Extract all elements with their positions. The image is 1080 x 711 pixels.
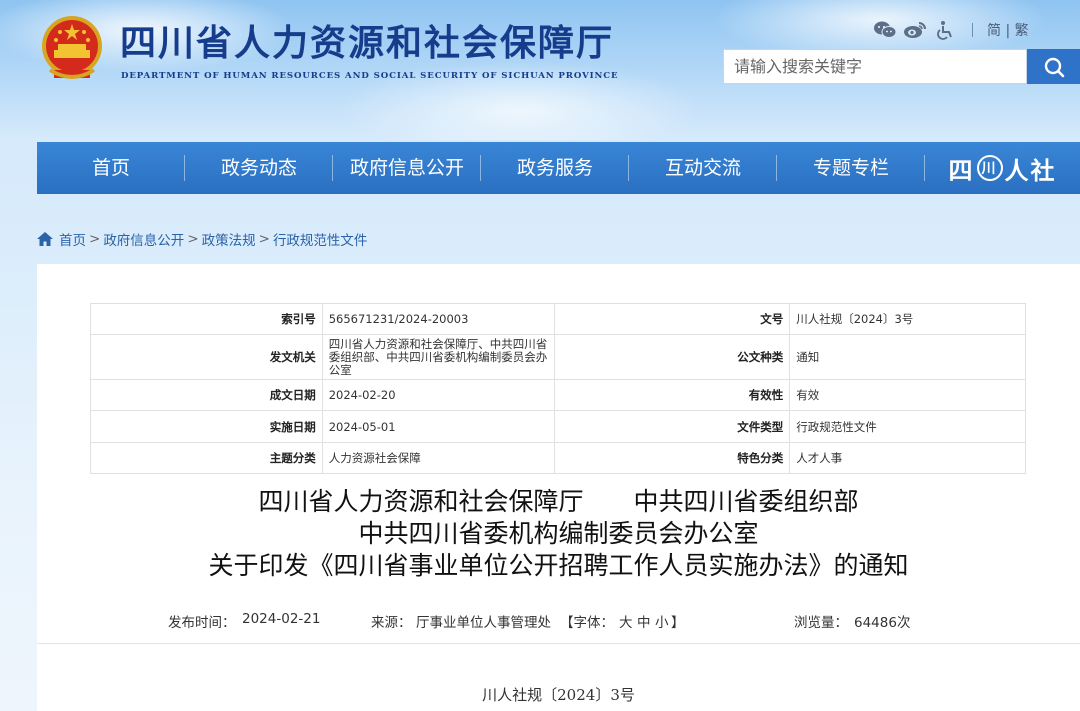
font-size-close: 】	[671, 615, 685, 631]
meta-value: 2024-05-01	[321, 410, 555, 443]
meta-value: 565671231/2024-20003	[321, 303, 555, 335]
nav-item-services[interactable]: 政务服务	[481, 142, 629, 194]
meta-label: 文件类型	[553, 410, 791, 443]
views-label: 浏览量：	[794, 615, 848, 631]
table-row: 实施日期 2024-05-01 文件类型 行政规范性文件	[90, 410, 1026, 443]
font-size-large[interactable]: 大	[619, 611, 633, 631]
meta-value: 川人社规〔2024〕3号	[789, 303, 1026, 335]
brand-left: 四	[948, 155, 975, 185]
nav-item-home[interactable]: 首页	[37, 142, 185, 194]
language-switch[interactable]: 简 | 繁	[987, 20, 1029, 40]
brand-right: 人社	[1004, 155, 1057, 185]
nav-item-info-disclosure[interactable]: 政府信息公开	[333, 142, 481, 194]
divider	[37, 643, 1080, 644]
meta-value: 2024-02-20	[321, 379, 555, 411]
document-title: 四川省人力资源和社会保障厅 中共四川省委组织部 中共四川省委机构编制委员会办公室…	[37, 486, 1080, 582]
meta-label: 文号	[553, 303, 791, 335]
national-emblem-icon	[40, 14, 104, 84]
meta-value: 人力资源社会保障	[321, 442, 555, 474]
breadcrumb-separator: >	[187, 231, 199, 247]
nav-item-topics[interactable]: 专题专栏	[777, 142, 925, 194]
meta-value: 四川省人力资源和社会保障厅、中共四川省委组织部、中共四川省委机构编制委员会办公室	[321, 334, 555, 380]
meta-label: 成文日期	[90, 379, 323, 411]
meta-label: 特色分类	[553, 442, 791, 474]
breadcrumb-info-disclosure[interactable]: 政府信息公开	[103, 229, 184, 249]
breadcrumb-policy[interactable]: 政策法规	[202, 229, 256, 249]
document-title-line: 四川省人力资源和社会保障厅 中共四川省委组织部	[258, 487, 859, 516]
document-number: 川人社规〔2024〕3号	[482, 686, 635, 704]
nav-item-news[interactable]: 政务动态	[185, 142, 333, 194]
accessibility-icon[interactable]	[932, 19, 958, 41]
home-icon	[37, 232, 53, 246]
font-size-medium[interactable]: 中	[637, 611, 651, 631]
search-icon	[1044, 57, 1064, 77]
table-row: 索引号 565671231/2024-20003 文号 川人社规〔2024〕3号	[90, 303, 1026, 335]
meta-value: 行政规范性文件	[789, 410, 1026, 443]
breadcrumb: 首页 > 政府信息公开 > 政策法规 > 行政规范性文件	[37, 229, 367, 249]
site-title: 四川省人力资源和社会保障厅	[120, 22, 615, 64]
sichuan-hr-brand-logo[interactable]: 四 川 人社	[925, 142, 1080, 194]
site-subtitle: DEPARTMENT OF HUMAN RESOURCES AND SOCIAL…	[121, 71, 619, 81]
meta-label: 主题分类	[90, 442, 323, 474]
font-size-small[interactable]: 小	[655, 611, 669, 631]
breadcrumb-separator: >	[89, 231, 101, 247]
table-row: 成文日期 2024-02-20 有效性 有效	[90, 379, 1026, 411]
meta-label: 公文种类	[553, 334, 791, 380]
document-meta-table: 索引号 565671231/2024-20003 文号 川人社规〔2024〕3号…	[90, 303, 1026, 474]
wechat-icon[interactable]	[872, 19, 898, 41]
views-count: 64486次	[854, 615, 911, 631]
top-tools: 简 | 繁	[872, 18, 1029, 42]
brand-circle: 川	[976, 155, 1003, 181]
tools-divider	[972, 23, 973, 37]
source: 厅事业单位人事管理处	[416, 615, 551, 631]
source-label: 来源：	[371, 615, 412, 631]
meta-value: 有效	[789, 379, 1026, 411]
meta-label: 实施日期	[90, 410, 323, 443]
meta-label: 有效性	[553, 379, 791, 411]
meta-value: 人才人事	[789, 442, 1026, 474]
publish-date-label: 发布时间：	[168, 615, 236, 631]
meta-label: 索引号	[90, 303, 323, 335]
table-row: 主题分类 人力资源社会保障 特色分类 人才人事	[90, 442, 1026, 474]
font-size-label: 【字体：	[560, 615, 614, 631]
nav-item-interaction[interactable]: 互动交流	[629, 142, 777, 194]
breadcrumb-separator: >	[258, 231, 270, 247]
meta-value: 通知	[789, 334, 1026, 380]
document-title-line: 关于印发《四川省事业单位公开招聘工作人员实施办法》的通知	[208, 551, 909, 580]
search-button[interactable]	[1027, 49, 1080, 84]
breadcrumb-normative-docs[interactable]: 行政规范性文件	[273, 229, 368, 249]
breadcrumb-home[interactable]: 首页	[59, 229, 86, 249]
table-row: 发文机关 四川省人力资源和社会保障厅、中共四川省委组织部、中共四川省委机构编制委…	[90, 334, 1026, 380]
document-title-line: 中共四川省委机构编制委员会办公室	[358, 519, 759, 548]
publish-date: 2024-02-21	[242, 611, 321, 627]
document-info-bar: 发布时间： 2024-02-21 来源： 厅事业单位人事管理处 【字体： 大 中…	[37, 611, 1080, 631]
main-nav: 首页 政务动态 政府信息公开 政务服务 互动交流 专题专栏 四 川 人社	[37, 142, 1080, 194]
article-content: 索引号 565671231/2024-20003 文号 川人社规〔2024〕3号…	[37, 264, 1080, 711]
meta-label: 发文机关	[90, 334, 323, 380]
search-input[interactable]	[723, 49, 1027, 84]
weibo-icon[interactable]	[902, 19, 928, 41]
